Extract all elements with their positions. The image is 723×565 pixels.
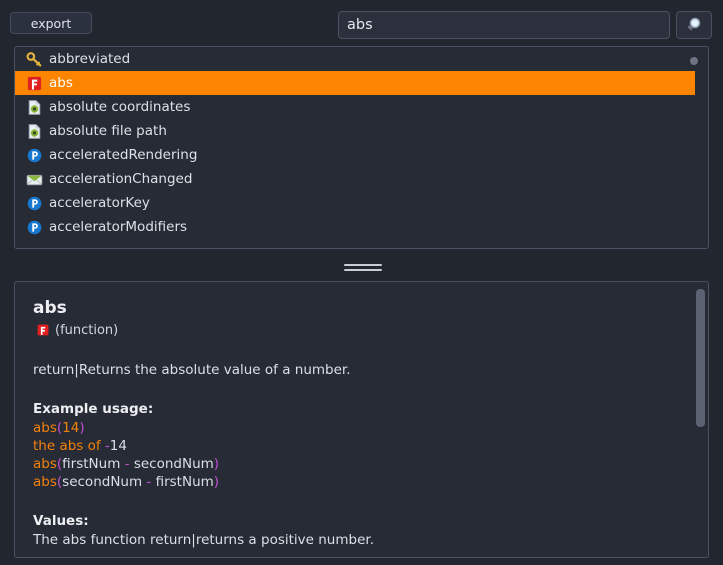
code-token: firstNum xyxy=(62,456,125,472)
code-line: abs(secondNum - firstNum) xyxy=(33,473,680,491)
key-icon xyxy=(26,51,42,67)
results-list-panel[interactable]: abbreviated abs absolute coordinates absolu… xyxy=(14,46,709,249)
code-line: abs(firstNum - secondNum) xyxy=(33,455,680,473)
list-item-label: acceleratedRendering xyxy=(49,147,198,163)
list-item[interactable]: abbreviated xyxy=(15,47,695,71)
detail-summary: return|Returns the absolute value of a n… xyxy=(33,362,351,378)
list-item[interactable]: acceleratedRendering xyxy=(15,143,695,167)
values-heading: Values: xyxy=(33,513,89,529)
code-token: the abs of xyxy=(33,438,105,454)
detail-kind-label: (function) xyxy=(55,322,119,338)
values-text: The abs function return|returns a positi… xyxy=(33,532,374,548)
list-item[interactable]: abs xyxy=(15,71,695,95)
property-icon xyxy=(27,196,42,210)
list-item-label: acceleratorKey xyxy=(49,195,150,211)
property-icon xyxy=(27,220,42,234)
code-line: abs(14) xyxy=(33,419,680,437)
search-input[interactable] xyxy=(338,11,670,39)
list-item[interactable]: accelerationChanged xyxy=(15,167,695,191)
code-token: abs xyxy=(33,456,57,472)
list-item[interactable]: acceleratorKey xyxy=(15,191,695,215)
code-token: secondNum xyxy=(62,474,147,490)
list-item[interactable]: absolute file path xyxy=(15,119,695,143)
results-list[interactable]: abbreviated abs absolute coordinates absolu… xyxy=(15,47,695,248)
function-icon xyxy=(37,324,49,336)
magnifier-icon xyxy=(687,17,701,31)
list-item-label: absolute coordinates xyxy=(49,99,191,115)
detail-kind-row: (function) xyxy=(36,321,680,339)
scroll-marker-dot xyxy=(690,57,698,65)
property-icon xyxy=(27,148,42,162)
toolbar: export xyxy=(0,0,723,46)
export-button[interactable]: export xyxy=(10,12,92,34)
detail-content: abs (function) return|Returns the absolu… xyxy=(15,282,698,557)
code-token: ) xyxy=(213,456,220,472)
detail-panel: abs (function) return|Returns the absolu… xyxy=(14,281,709,558)
search-button[interactable] xyxy=(676,11,712,39)
list-item-label: accelerationChanged xyxy=(49,171,193,187)
code-token: secondNum xyxy=(129,456,214,472)
code-token: ) xyxy=(213,474,220,490)
code-token: firstNum xyxy=(151,474,214,490)
code-token: abs xyxy=(33,420,57,436)
code-token: abs xyxy=(33,474,57,490)
function-icon xyxy=(27,76,42,90)
code-token: 14 xyxy=(109,438,127,454)
document-icon xyxy=(28,123,41,139)
detail-scrollbar-thumb[interactable] xyxy=(696,289,705,427)
splitter-grip-icon[interactable] xyxy=(344,264,382,273)
example-usage-heading: Example usage: xyxy=(33,401,154,417)
document-icon xyxy=(28,99,41,115)
list-item[interactable]: acceleratorModifiers xyxy=(15,215,695,239)
panel-splitter[interactable] xyxy=(0,258,723,278)
detail-scrollbar[interactable] xyxy=(696,285,705,554)
event-icon xyxy=(26,174,43,185)
list-item-label: abs xyxy=(49,75,73,91)
code-line: the abs of -14 xyxy=(33,437,680,455)
list-item-label: acceleratorModifiers xyxy=(49,219,188,235)
code-token: ) xyxy=(79,420,85,436)
list-item-label: abbreviated xyxy=(49,51,131,67)
detail-title: abs xyxy=(33,298,67,318)
code-token: 14 xyxy=(62,420,80,436)
list-item[interactable]: absolute coordinates xyxy=(15,95,695,119)
list-item-label: absolute file path xyxy=(49,123,167,139)
example-usage-code: abs(14) the abs of -14 abs(firstNum - seco… xyxy=(33,419,680,491)
